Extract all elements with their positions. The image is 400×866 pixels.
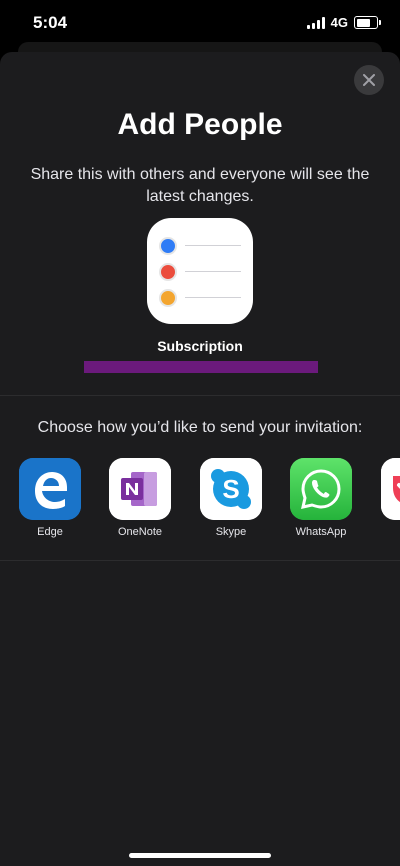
reminders-list-icon [147,218,253,324]
list-name: Subscription [157,338,243,354]
skype-icon: S [200,458,262,520]
close-icon [363,74,375,86]
app-label-whatsapp: WhatsApp [295,526,347,538]
list-line [185,297,241,298]
edge-icon [19,458,81,520]
redacted-link [84,361,318,373]
share-description: Share this with others and everyone will… [30,166,370,205]
share-app-whatsapp[interactable]: WhatsApp [290,458,352,538]
divider [0,560,400,561]
app-label-edge: Edge [37,526,63,538]
status-bar: 5:04 4G [0,0,400,44]
close-button[interactable] [354,65,384,95]
status-indicators: 4G [306,15,381,30]
list-dot-blue [159,237,177,255]
list-line [185,245,241,246]
onenote-icon [109,458,171,520]
battery-icon [354,16,381,29]
status-time: 5:04 [33,13,68,32]
list-line [185,271,241,272]
pocket-icon [381,458,400,520]
divider [0,395,400,396]
share-app-skype[interactable]: S Skype [200,458,262,538]
app-label-onenote: OneNote [117,526,163,538]
page-title: Add People [117,108,283,141]
app-label-skype: Skype [215,526,247,538]
home-indicator[interactable] [129,853,271,858]
choose-method-label: Choose how you’d like to send your invit… [37,419,363,436]
add-people-sheet: Add People Share this with others and ev… [0,52,400,866]
share-app-pocket[interactable]: P [381,458,400,538]
share-app-onenote[interactable]: OneNote [109,458,171,538]
share-apps-row: Edge OneNote S Skype WhatsApp [19,458,400,548]
svg-text:S: S [222,474,239,504]
app-label-pocket: P [381,526,400,538]
list-dot-red [159,263,177,281]
network-type: 4G [330,15,348,30]
list-dot-orange [159,289,177,307]
whatsapp-icon [290,458,352,520]
signal-icon [306,16,325,29]
share-app-edge[interactable]: Edge [19,458,81,538]
